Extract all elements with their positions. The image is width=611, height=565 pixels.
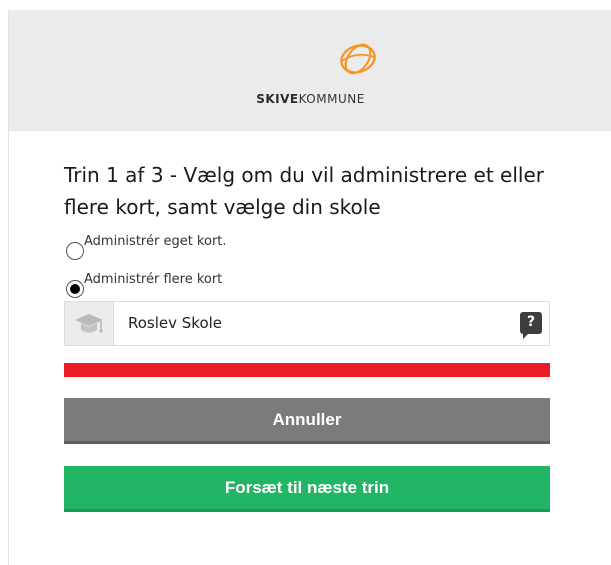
school-value[interactable]: Roslev Skole: [128, 302, 222, 345]
school-select[interactable]: Roslev Skole ?: [64, 301, 550, 346]
radio-multiple-cards[interactable]: [66, 280, 84, 298]
option-multiple-cards-label[interactable]: Administrér flere kort: [84, 271, 222, 289]
skive-logo-icon: [340, 43, 376, 75]
radio-own-card[interactable]: [66, 242, 84, 260]
school-icon-cell: [65, 302, 114, 345]
brand-name-bold: SKIVE: [256, 92, 299, 106]
brand-name-light: KOMMUNE: [298, 92, 365, 106]
brand-name: SKIVEKOMMUNE: [9, 92, 611, 106]
option-own-card[interactable]: Administrér eget kort.: [66, 233, 227, 260]
next-step-button[interactable]: Forsæt til næste trin: [64, 466, 550, 512]
header: SKIVEKOMMUNE: [9, 10, 611, 131]
option-own-card-label[interactable]: Administrér eget kort.: [84, 233, 227, 251]
page-title: Trin 1 af 3 - Vælg om du vil administrer…: [64, 163, 544, 219]
cancel-button[interactable]: Annuller: [64, 398, 550, 444]
option-multiple-cards[interactable]: Administrér flere kort: [66, 271, 222, 298]
error-bar: [64, 363, 550, 377]
help-icon[interactable]: ?: [520, 312, 542, 339]
graduation-cap-icon: [75, 313, 103, 333]
